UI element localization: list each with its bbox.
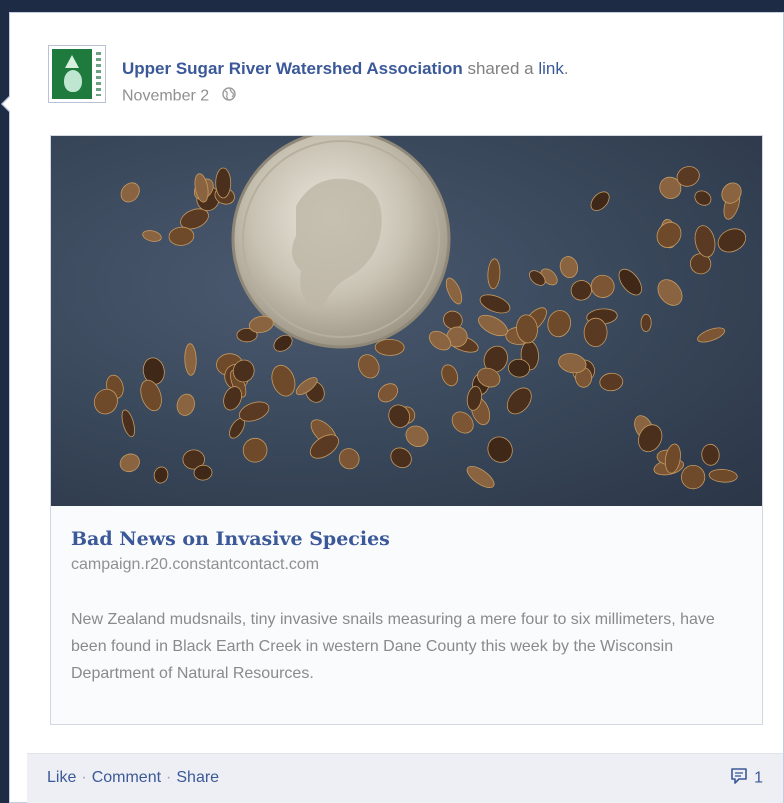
snail-shell bbox=[466, 465, 495, 489]
snail-shell bbox=[377, 383, 399, 403]
snail-shell bbox=[640, 313, 652, 332]
snail-shell bbox=[599, 372, 624, 392]
action-links: Like · Comment · Share bbox=[47, 769, 219, 787]
snail-shell bbox=[176, 393, 195, 416]
snail-shell bbox=[168, 226, 195, 246]
author-link[interactable]: Upper Sugar River Watershed Association bbox=[122, 59, 463, 78]
snail-shell bbox=[721, 182, 742, 204]
snail-shell bbox=[194, 173, 209, 203]
story-header: Upper Sugar River Watershed Association … bbox=[122, 59, 569, 79]
snail-shell bbox=[701, 443, 720, 466]
snail-shell bbox=[708, 469, 738, 483]
story-card: Upper Sugar River Watershed Association … bbox=[1, 12, 784, 803]
action-suffix: . bbox=[563, 59, 569, 78]
story-footer: Like · Comment · Share 1 bbox=[27, 753, 783, 803]
snail-shell bbox=[358, 354, 380, 379]
snail-shell bbox=[697, 327, 726, 343]
snail-shell bbox=[590, 274, 615, 298]
snail-shell bbox=[184, 343, 197, 376]
snail-shell bbox=[215, 167, 232, 199]
snail-shell bbox=[390, 447, 412, 469]
snail-shell bbox=[374, 338, 405, 356]
snail-shell bbox=[388, 404, 411, 428]
snail-shell bbox=[583, 317, 608, 347]
snail-shell bbox=[271, 364, 296, 397]
snail-shell bbox=[590, 191, 610, 211]
snails-and-dime-photo[interactable] bbox=[51, 136, 762, 506]
snail-shell bbox=[656, 221, 682, 248]
snail-shell bbox=[618, 268, 642, 296]
post-date[interactable]: November 2 bbox=[122, 88, 209, 105]
comment-icon bbox=[730, 767, 748, 790]
snail-shell bbox=[142, 230, 162, 242]
card-pointer bbox=[1, 95, 11, 113]
snail-shell bbox=[120, 182, 140, 203]
snail-shell bbox=[405, 425, 429, 448]
avatar[interactable] bbox=[48, 45, 106, 103]
comment-link[interactable]: Comment bbox=[92, 769, 161, 786]
snail-shell bbox=[717, 228, 747, 253]
snail-shell bbox=[680, 464, 706, 490]
timestamp-row: November 2 bbox=[122, 87, 236, 106]
snail-shell bbox=[121, 409, 135, 438]
snail-shell bbox=[694, 190, 712, 206]
snail-shell bbox=[570, 280, 592, 301]
share-link[interactable]: Share bbox=[176, 769, 219, 786]
snail-shell bbox=[694, 225, 716, 258]
link-domain: campaign.r20.constantcontact.com bbox=[71, 556, 320, 573]
comment-count-value: 1 bbox=[754, 769, 763, 787]
snail-shell bbox=[119, 453, 140, 473]
shared-link[interactable]: link bbox=[538, 59, 564, 78]
snail-shell bbox=[441, 364, 459, 387]
comment-count[interactable]: 1 bbox=[730, 767, 763, 790]
separator: · bbox=[166, 769, 172, 786]
globe-icon[interactable] bbox=[221, 87, 236, 106]
logo-side-text bbox=[96, 52, 101, 96]
snail-shell bbox=[140, 379, 162, 412]
snail-shell bbox=[445, 277, 463, 305]
snail-shell bbox=[487, 436, 513, 463]
action-text: shared a bbox=[467, 59, 534, 78]
link-title[interactable]: Bad News on Invasive Species bbox=[71, 528, 390, 550]
separator: · bbox=[81, 769, 87, 786]
snail-shell bbox=[338, 448, 360, 470]
snail-shell bbox=[487, 258, 501, 290]
like-link[interactable]: Like bbox=[47, 769, 76, 786]
snail-shell bbox=[479, 294, 511, 314]
snail-shell bbox=[547, 310, 572, 338]
logo-icon bbox=[52, 49, 92, 99]
snail-shell bbox=[657, 279, 683, 306]
snail-shell bbox=[506, 387, 532, 415]
snail-shell bbox=[559, 256, 579, 279]
snail-shell bbox=[242, 437, 268, 463]
link-description: New Zealand mudsnails, tiny invasive sna… bbox=[71, 611, 715, 682]
snail-shell bbox=[153, 466, 169, 484]
shared-link-attachment[interactable]: Bad News on Invasive Species campaign.r2… bbox=[50, 135, 763, 725]
